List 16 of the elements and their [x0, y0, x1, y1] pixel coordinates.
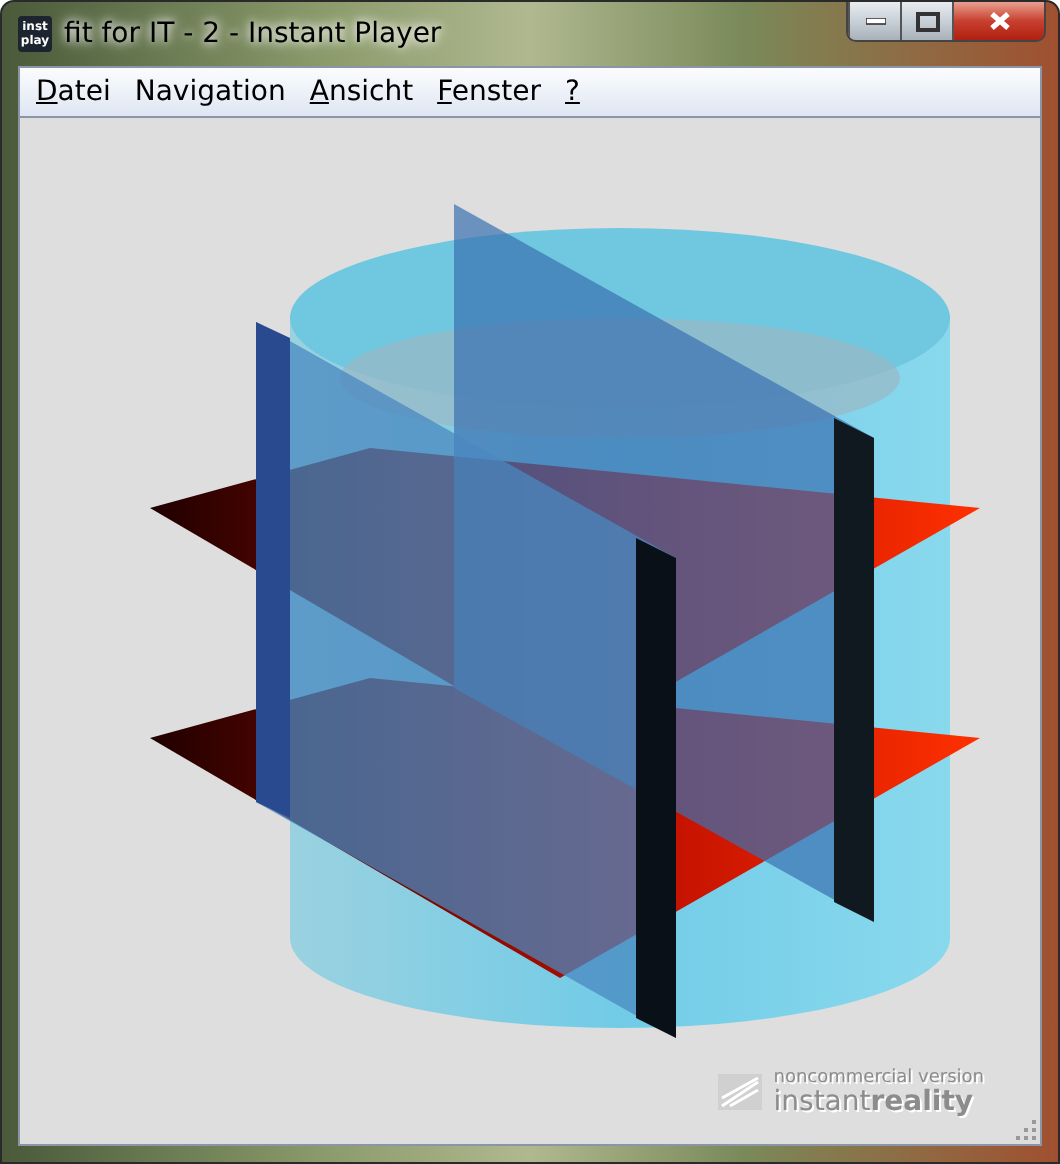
edition-text: noncommercial version	[773, 1068, 984, 1088]
minimize-icon	[865, 17, 885, 25]
maximize-icon	[915, 11, 939, 31]
window-title: fit for IT - 2 - Instant Player	[64, 18, 442, 50]
close-icon	[987, 10, 1011, 32]
menu-item[interactable]: Ansicht	[297, 76, 426, 108]
close-button[interactable]	[952, 2, 1044, 40]
maximize-button[interactable]	[900, 2, 952, 40]
menu-item[interactable]: Navigation	[122, 76, 298, 108]
menu-item[interactable]: Datei	[24, 76, 123, 108]
minimize-button[interactable]	[848, 2, 900, 40]
menu-item[interactable]: Fenster	[425, 76, 554, 108]
brand-text: instantreality	[773, 1088, 976, 1116]
menu-item[interactable]: ?	[553, 76, 592, 108]
logo-icon	[717, 1074, 762, 1110]
resize-grip-icon	[1016, 1120, 1036, 1140]
